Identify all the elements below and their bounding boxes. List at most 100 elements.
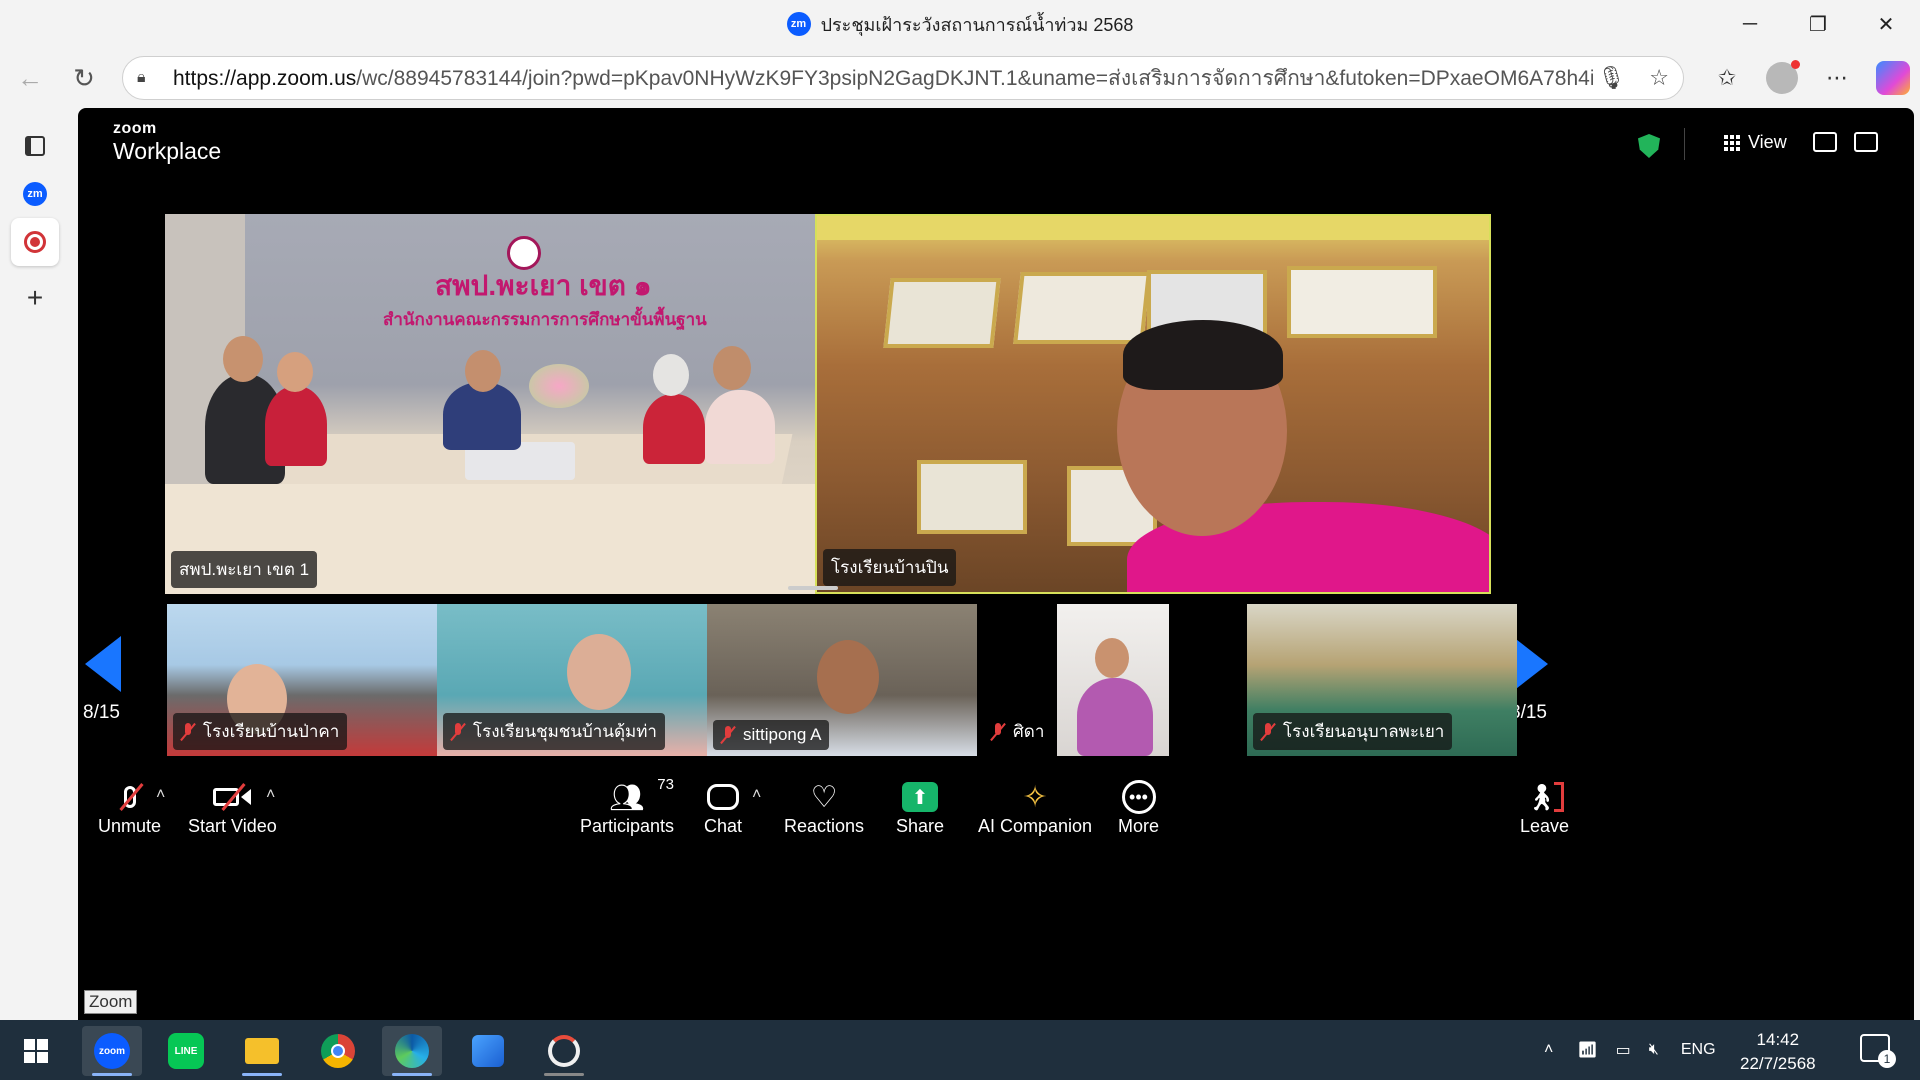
muted-mic-icon	[991, 722, 1005, 741]
address-bar[interactable]: 🔒︎ https://app.zoom.us/wc/88945783144/jo…	[122, 56, 1684, 100]
room-banner-subtitle: สำนักงานคณะกรรมการการศึกษาขั้นพื้นฐาน	[383, 310, 707, 329]
picture-in-picture-icon[interactable]	[1813, 132, 1837, 152]
more-dots-icon: •••	[1121, 778, 1156, 816]
gallery-resize-handle[interactable]	[788, 586, 838, 590]
video-thumbnail[interactable]: โรงเรียนบ้านป่าคา	[167, 604, 437, 756]
clock-time: 14:42	[1756, 1030, 1800, 1049]
microphone-icon[interactable]: 🎙︎	[1597, 65, 1625, 91]
participants-count: 73	[657, 776, 674, 793]
language-indicator[interactable]: ENG	[1681, 1041, 1716, 1059]
heart-icon: ♡	[810, 780, 838, 814]
fullscreen-icon[interactable]	[1854, 132, 1878, 152]
window-title-group: zm ประชุมเฝ้าระวังสถานการณ์น้ำท่วม 2568	[786, 10, 1133, 39]
record-tab-icon[interactable]	[11, 218, 59, 266]
folder-icon	[245, 1038, 279, 1064]
restore-icon[interactable]: ❐	[1784, 0, 1852, 48]
muted-mic-icon	[721, 726, 735, 744]
participants-button[interactable]: 👥︎ 73 Participants	[580, 776, 675, 837]
url-text[interactable]: https://app.zoom.us/wc/88945783144/join?…	[173, 62, 1593, 95]
window-titlebar: zm ประชุมเฝ้าระวังสถานการณ์น้ำท่วม 2568 …	[0, 0, 1920, 48]
leave-label: Leave	[1520, 816, 1570, 836]
profile-avatar[interactable]	[1766, 60, 1800, 94]
lock-icon[interactable]: 🔒︎	[137, 69, 163, 87]
zoom-taskbar-icon: zoom	[94, 1033, 130, 1069]
taskbar-edge[interactable]	[382, 1026, 442, 1076]
share-label: Share	[896, 816, 945, 836]
taskbar-zoom-app[interactable]: zoom	[82, 1026, 142, 1076]
tab-actions-icon[interactable]	[11, 122, 59, 170]
more-button[interactable]: ••• More	[1118, 778, 1159, 837]
unmute-button[interactable]: Unmute	[98, 778, 161, 837]
zoom-logo: zoom	[113, 120, 157, 137]
sparkle-icon: ✧	[1022, 780, 1048, 814]
video-tile-main-2-active-speaker[interactable]: โรงเรียนบ้านปิน	[815, 214, 1491, 594]
video-thumbnail[interactable]: ศิดา	[977, 604, 1247, 756]
browser-toolbar-right: ✩ ⋯	[1710, 56, 1910, 100]
start-video-button[interactable]: Start Video	[188, 778, 277, 837]
edge-icon	[395, 1034, 429, 1068]
video-thumbnail[interactable]: โรงเรียนอนุบาลพะเยา	[1247, 604, 1517, 756]
ai-companion-button[interactable]: ✧ AI Companion	[978, 778, 1092, 837]
taskbar-photos[interactable]	[458, 1026, 518, 1076]
microphone-muted-icon	[118, 778, 144, 816]
zoom-tooltip: Zoom	[84, 990, 138, 1014]
close-icon[interactable]: ✕	[1852, 0, 1920, 48]
participants-icon: 👥︎ 73	[609, 776, 674, 813]
taskbar-photoscape[interactable]	[534, 1026, 594, 1076]
notification-center-icon[interactable]: 1	[1860, 1034, 1896, 1068]
participants-label: Participants	[580, 816, 675, 836]
muted-mic-icon	[451, 722, 465, 741]
share-screen-icon: ⬆	[902, 778, 939, 816]
reload-icon[interactable]: ↻	[60, 54, 108, 102]
taskbar-line-app[interactable]: LINE	[156, 1026, 216, 1076]
wifi-icon[interactable]: 📶︎	[1577, 1040, 1597, 1060]
chat-label: Chat	[704, 816, 743, 836]
photoscape-icon	[548, 1035, 580, 1067]
video-thumbnail[interactable]: โรงเรียนชุมชนบ้านดุ้มท่า	[437, 604, 707, 756]
muted-mic-icon	[1261, 722, 1275, 741]
chat-button[interactable]: Chat	[704, 778, 742, 837]
back-arrow-icon[interactable]: ←	[6, 54, 54, 102]
taskbar-chrome[interactable]	[308, 1026, 368, 1076]
browser-sidebar: zm +	[0, 108, 70, 1020]
muted-mic-icon	[181, 722, 195, 741]
video-tile-main-1[interactable]: สพป.พะเยา เขต ๑ สำนักงานคณะกรรมการการศึก…	[165, 214, 841, 594]
chat-options-caret-icon[interactable]: ˄	[752, 786, 761, 804]
unmute-label: Unmute	[98, 816, 162, 836]
share-button[interactable]: ⬆ Share	[896, 778, 944, 837]
participant-name-label: ศิดา	[983, 713, 1052, 750]
start-windows-icon[interactable]	[6, 1026, 66, 1076]
audio-options-caret-icon[interactable]: ˄	[156, 786, 165, 804]
system-tray: ˄ 📶︎ ▭ 🔇︎ ENG	[1544, 1020, 1716, 1080]
video-off-icon	[213, 778, 252, 816]
taskbar-clock[interactable]: 14:42 22/7/2568	[1740, 1028, 1816, 1076]
participant-name-label: โรงเรียนบ้านปิน	[823, 549, 957, 586]
leave-door-icon: 🚶︎	[1525, 778, 1565, 816]
start-video-label: Start Video	[188, 816, 277, 836]
taskbar-file-explorer[interactable]	[232, 1026, 292, 1076]
volume-muted-icon[interactable]: 🔇︎	[1649, 1041, 1659, 1059]
more-options-icon[interactable]: ⋯	[1820, 61, 1854, 95]
view-button[interactable]: View	[1724, 132, 1787, 153]
star-icon[interactable]: ☆	[1649, 65, 1669, 91]
notification-count-badge: 1	[1878, 1050, 1896, 1068]
tray-chevron-icon[interactable]: ˄	[1544, 1041, 1553, 1059]
room-banner-title: สพป.พะเยา เขต ๑	[435, 270, 652, 301]
header-divider	[1684, 128, 1685, 160]
next-page-arrow-icon[interactable]	[1512, 636, 1548, 692]
participant-name-label: โรงเรียนอนุบาลพะเยา	[1253, 713, 1453, 750]
favorites-icon[interactable]: ✩	[1710, 61, 1744, 95]
participant-name-label: สพป.พะเยา เขต 1	[171, 551, 318, 588]
previous-page-arrow-icon[interactable]	[85, 636, 121, 692]
minimize-icon[interactable]: ─	[1716, 0, 1784, 48]
zoom-header: zoom Workplace View	[78, 108, 1914, 178]
leave-button[interactable]: 🚶︎ Leave	[1520, 778, 1569, 837]
zoom-tab-icon[interactable]: zm	[11, 170, 59, 218]
video-options-caret-icon[interactable]: ˄	[266, 786, 275, 804]
new-tab-plus-icon[interactable]: +	[11, 274, 59, 322]
encryption-shield-icon[interactable]	[1638, 134, 1660, 158]
reactions-button[interactable]: ♡ Reactions	[784, 778, 864, 837]
copilot-icon[interactable]	[1876, 61, 1910, 95]
battery-icon[interactable]: ▭	[1616, 1040, 1631, 1060]
video-thumbnail[interactable]: sittipong A	[707, 604, 977, 756]
